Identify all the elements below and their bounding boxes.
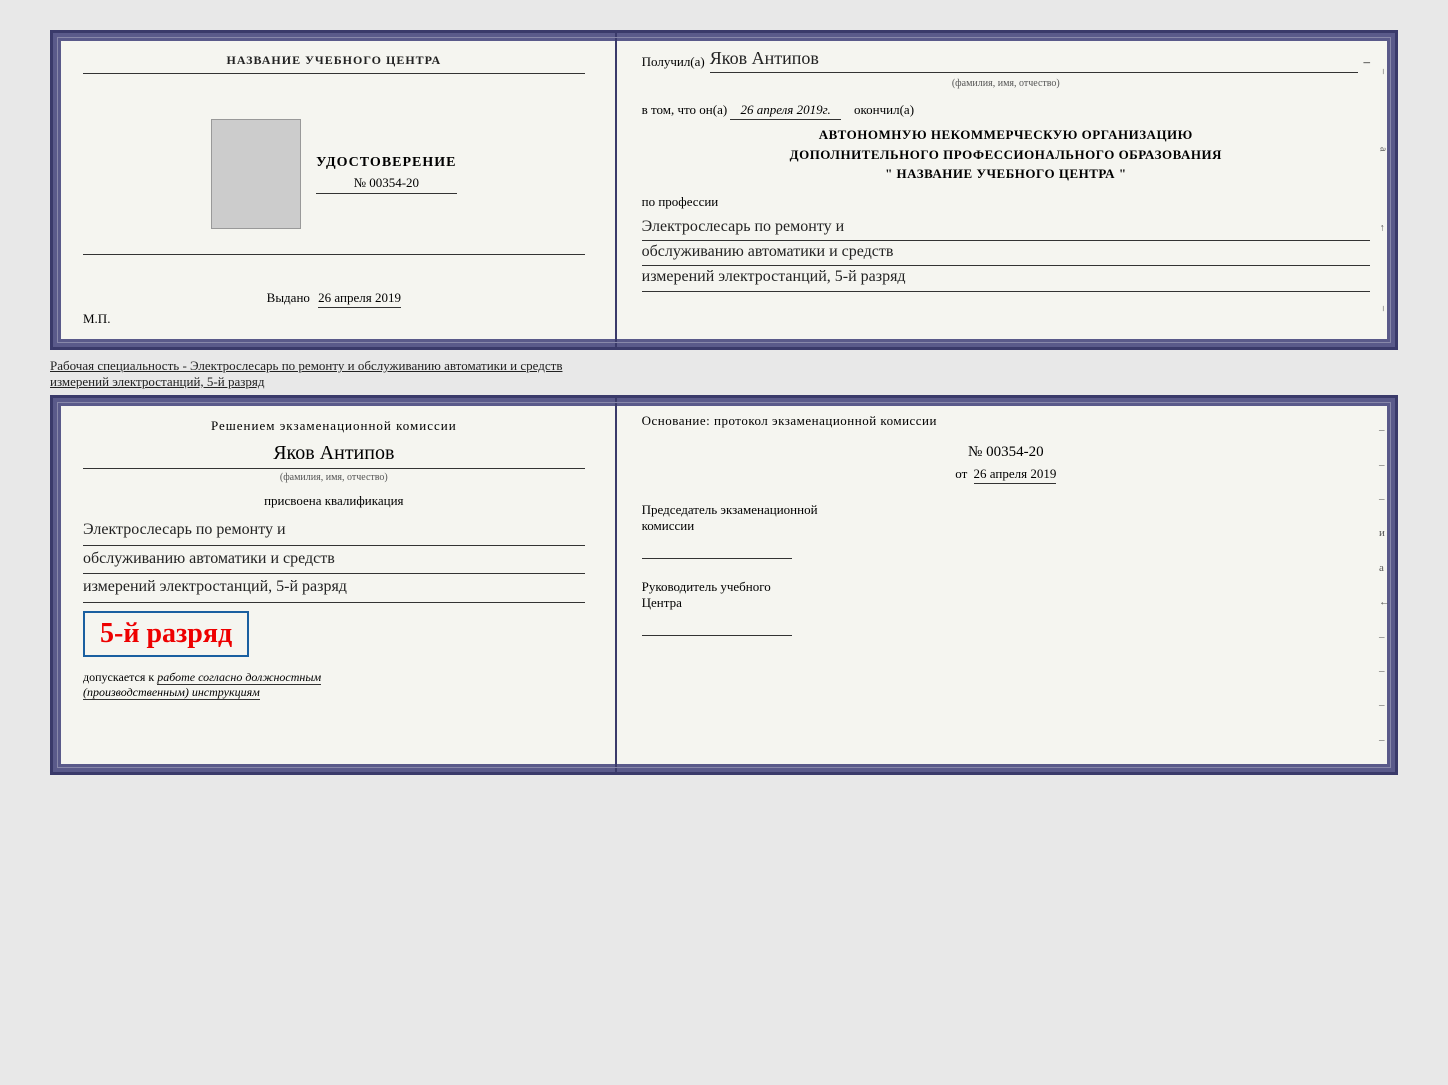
qualification-written: Электрослесарь по ремонту и обслуживанию… <box>83 517 585 603</box>
fio-label-bottom: (фамилия, имя, отчество) <box>83 472 585 483</box>
predsedatel-label2: комиссии <box>642 518 1370 534</box>
profession-written: Электрослесарь по ремонту и обслуживанию… <box>642 216 1370 292</box>
dopuskaetsya-text: работе согласно должностным <box>157 670 321 685</box>
qual-line2: обслуживанию автоматики и средств <box>83 546 585 575</box>
protocol-date: от 26 апреля 2019 <box>642 466 1370 482</box>
org-line1: АВТОНОМНУЮ НЕКОММЕРЧЕСКУЮ ОРГАНИЗАЦИЮ <box>642 125 1370 145</box>
side-mark-1: – <box>1374 69 1390 74</box>
protocol-number: № 00354-20 <box>642 444 1370 461</box>
dash-5: а <box>1379 562 1390 574</box>
vtom-label: в том, что он(а) <box>642 102 728 117</box>
vtom-line: в том, что он(а) 26 апреля 2019г. окончи… <box>642 100 1370 121</box>
mp-label: М.П. <box>83 311 585 327</box>
predsedatel-block: Председатель экзаменационной комиссии <box>642 502 1370 559</box>
name-written-bottom: Яков Антипов <box>83 442 585 469</box>
rank-text: 5-й разряд <box>100 618 232 649</box>
side-mark-3: ← <box>1374 223 1390 233</box>
dash-6: ← <box>1379 596 1390 608</box>
dash-1: – <box>1379 424 1390 436</box>
rank-box: 5-й разряд <box>83 611 249 657</box>
org-block: АВТОНОМНУЮ НЕКОММЕРЧЕСКУЮ ОРГАНИЗАЦИЮ ДО… <box>642 125 1370 184</box>
predsedatel-label: Председатель экзаменационной <box>642 502 1370 518</box>
side-mark-2: а <box>1374 147 1390 151</box>
cert-org-name: НАЗВАНИЕ УЧЕБНОГО ЦЕНТРА <box>83 53 585 74</box>
profession-line3: измерений электростанций, 5-й разряд <box>642 266 1370 291</box>
osnovanie-label: Основание: протокол экзаменационной коми… <box>642 413 1370 429</box>
ot-label: от <box>955 466 967 481</box>
cert-bottom-right-panel: Основание: протокол экзаменационной коми… <box>617 398 1395 772</box>
resheniem-label: Решением экзаменационной комиссии <box>83 418 585 434</box>
dash-7: – <box>1379 631 1390 643</box>
signature-line-top <box>83 254 585 255</box>
recipient-line: Получил(а) Яков Антипов – <box>642 48 1370 73</box>
vydano-date: 26 апреля 2019 <box>318 290 401 308</box>
certificate-bottom: Решением экзаменационной комиссии Яков А… <box>50 395 1398 775</box>
po-professii-label: по профессии <box>642 192 1370 213</box>
dash-2: – <box>1379 459 1390 471</box>
dash-marks-right: – – – и а ← – – – – <box>1379 418 1390 752</box>
dopuskaetsya-block: допускается к работе согласно должностны… <box>83 670 585 700</box>
cert-bottom-left-panel: Решением экзаменационной комиссии Яков А… <box>53 398 617 772</box>
profession-line1: Электрослесарь по ремонту и <box>642 216 1370 241</box>
cert-udostoverenie-block: УДОСТОВЕРЕНИЕ № 00354-20 <box>316 155 456 194</box>
vydano-block: Выдано 26 апреля 2019 <box>83 290 585 306</box>
dash-3: – <box>1379 493 1390 505</box>
prisvoena-label: присвоена квалификация <box>83 493 585 509</box>
qual-line1: Электрослесарь по ремонту и <box>83 517 585 546</box>
cert-photo <box>211 119 301 229</box>
certificate-top: НАЗВАНИЕ УЧЕБНОГО ЦЕНТРА УДОСТОВЕРЕНИЕ №… <box>50 30 1398 350</box>
cert-top-right-panel: Получил(а) Яков Антипов – (фамилия, имя,… <box>617 33 1395 347</box>
org-line2: ДОПОЛНИТЕЛЬНОГО ПРОФЕССИОНАЛЬНОГО ОБРАЗО… <box>642 145 1370 165</box>
between-text: Рабочая специальность - Электрослесарь п… <box>50 350 1398 395</box>
qual-line3: измерений электростанций, 5-й разряд <box>83 574 585 603</box>
fio-label-top: (фамилия, имя, отчество) <box>642 76 1370 92</box>
side-marks-top: – а ← – <box>1375 33 1390 347</box>
rukovoditel-block: Руководитель учебного Центра <box>642 579 1370 636</box>
rukovoditel-label2: Центра <box>642 595 1370 611</box>
completed-date: 26 апреля 2019г. <box>730 102 840 120</box>
vydano-label: Выдано <box>267 290 310 305</box>
rukovoditel-sig-line <box>642 616 792 636</box>
completed-label: окончил(а) <box>854 102 914 117</box>
protocol-date-value: 26 апреля 2019 <box>974 466 1057 484</box>
dash-8: – <box>1379 665 1390 677</box>
udostoverenie-number: № 00354-20 <box>316 175 456 194</box>
rukovoditel-label: Руководитель учебного <box>642 579 1370 595</box>
org-line3: " НАЗВАНИЕ УЧЕБНОГО ЦЕНТРА " <box>642 164 1370 184</box>
cert-top-left-panel: НАЗВАНИЕ УЧЕБНОГО ЦЕНТРА УДОСТОВЕРЕНИЕ №… <box>53 33 617 347</box>
predsedatel-sig-line <box>642 539 792 559</box>
dopuskaetsya-label: допускается к <box>83 670 154 684</box>
dash-4: и <box>1379 527 1390 539</box>
dash-after-name: – <box>1363 52 1370 73</box>
udostoverenie-title: УДОСТОВЕРЕНИЕ <box>316 155 456 171</box>
recipient-name: Яков Антипов <box>710 48 1359 73</box>
dopuskaetsya-text2: (производственным) инструкциям <box>83 685 260 700</box>
received-label: Получил(а) <box>642 52 705 73</box>
dash-9: – <box>1379 699 1390 711</box>
page-wrapper: НАЗВАНИЕ УЧЕБНОГО ЦЕНТРА УДОСТОВЕРЕНИЕ №… <box>20 20 1428 785</box>
profession-line2: обслуживанию автоматики и средств <box>642 241 1370 266</box>
cert-left-middle: УДОСТОВЕРЕНИЕ № 00354-20 <box>83 94 585 280</box>
side-mark-4: – <box>1374 306 1390 311</box>
dash-10: – <box>1379 734 1390 746</box>
